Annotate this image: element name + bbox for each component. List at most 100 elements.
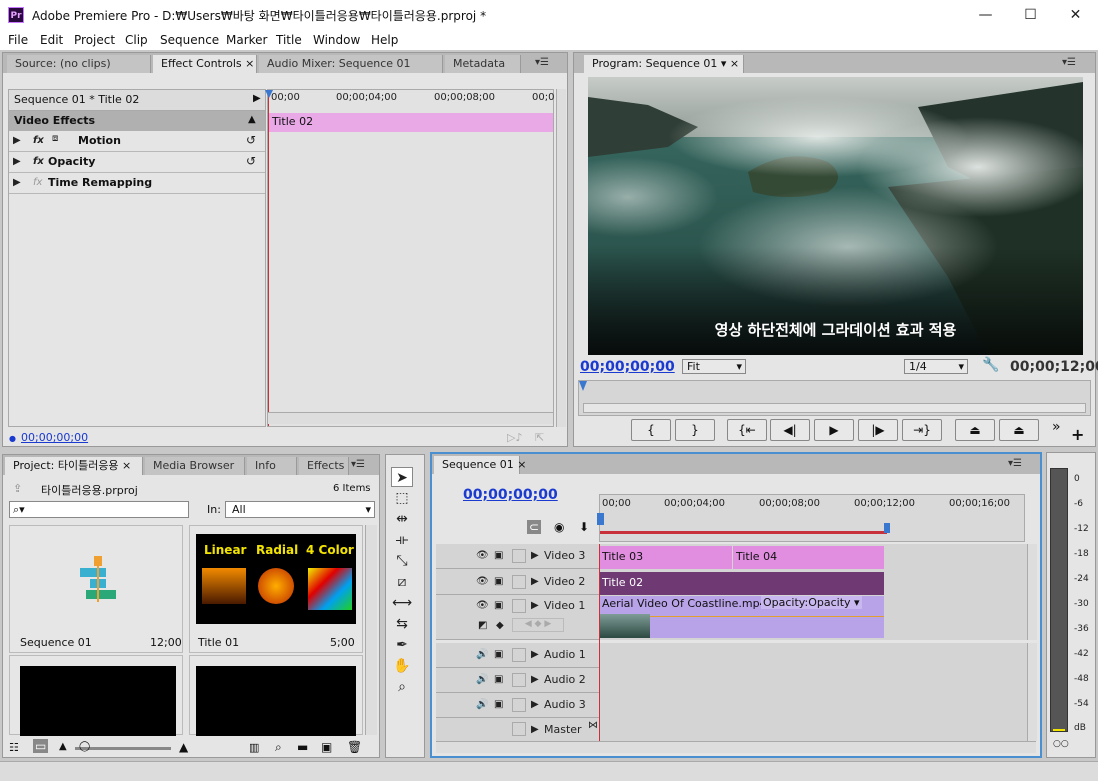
tab-audio-mixer[interactable]: Audio Mixer: Sequence 01: [259, 55, 443, 73]
expand-arrow-icon[interactable]: ▶: [531, 576, 539, 587]
effect-clip-bar[interactable]: Title 02: [268, 113, 553, 132]
lock-toggle[interactable]: [512, 698, 526, 712]
list-view-icon[interactable]: ☷: [9, 741, 19, 754]
zoom-in-icon[interactable]: ▲: [179, 740, 188, 754]
dropdown-arrow-icon[interactable]: ▾: [721, 57, 727, 70]
in-filter-dropdown[interactable]: All ▾: [225, 501, 375, 518]
menu-title[interactable]: Title: [276, 33, 302, 47]
clip-title-02[interactable]: Title 02: [599, 572, 884, 595]
playhead-marker-icon[interactable]: [579, 381, 587, 391]
display-style-icon[interactable]: ◩: [478, 620, 487, 631]
slide-tool-icon[interactable]: ⇆: [391, 614, 413, 634]
hand-tool-icon[interactable]: ✋: [391, 656, 413, 676]
go-to-out-button[interactable]: ⇥}: [902, 419, 942, 441]
work-area-bar[interactable]: [600, 531, 887, 534]
film-icon[interactable]: ▣: [494, 576, 503, 587]
razor-tool-icon[interactable]: ⧄: [391, 572, 413, 592]
playhead-marker-icon[interactable]: [597, 513, 604, 525]
tab-project[interactable]: Project: 타이틀러응용 ×: [5, 457, 143, 475]
eye-icon[interactable]: 👁: [476, 550, 489, 561]
rate-stretch-tool-icon[interactable]: ⤡: [391, 551, 413, 571]
go-to-in-button[interactable]: {⇤: [727, 419, 767, 441]
speaker-icon[interactable]: 🔊: [476, 649, 488, 660]
trash-icon[interactable]: 🗑: [347, 740, 362, 754]
panel-menu-icon[interactable]: ▾☰: [351, 459, 365, 470]
selection-tool-icon[interactable]: ➤: [391, 467, 413, 487]
new-item-icon[interactable]: ▣: [321, 740, 332, 754]
new-bin-icon[interactable]: ▬: [297, 740, 308, 754]
expand-arrow-icon[interactable]: ▶: [531, 649, 539, 660]
timeline-horizontal-scrollbar[interactable]: [436, 741, 1036, 753]
effect-timecode[interactable]: 00;00;00;00: [21, 431, 88, 444]
slider-handle-icon[interactable]: ◯: [79, 741, 90, 752]
menu-window[interactable]: Window: [313, 33, 360, 47]
clip-title-03[interactable]: Title 03: [599, 546, 732, 569]
tab-close-icon[interactable]: ×: [245, 57, 254, 70]
work-area-end-icon[interactable]: [884, 523, 890, 533]
menu-edit[interactable]: Edit: [40, 33, 63, 47]
menu-project[interactable]: Project: [74, 33, 115, 47]
effect-timeline-scrollbar[interactable]: [268, 412, 553, 424]
minimize-button[interactable]: —: [963, 0, 1008, 30]
tab-media-browser[interactable]: Media Browser: [145, 457, 245, 475]
speaker-icon[interactable]: 🔊: [476, 699, 488, 710]
timeline-timecode[interactable]: 00;00;00;00: [463, 487, 558, 503]
playhead-marker-icon[interactable]: [265, 90, 273, 98]
zoom-tool-icon[interactable]: ⌕: [391, 677, 413, 697]
ripple-edit-tool-icon[interactable]: ⇹: [391, 509, 413, 529]
expand-arrow-icon[interactable]: ▶: [531, 724, 539, 735]
project-item-3[interactable]: [9, 655, 183, 736]
add-button-icon[interactable]: +: [1071, 425, 1084, 444]
program-timecode-left[interactable]: 00;00;00;00: [580, 359, 675, 375]
lock-toggle[interactable]: [512, 575, 526, 589]
panel-menu-icon[interactable]: ▾☰: [1062, 57, 1076, 68]
clip-aerial-video[interactable]: Aerial Video Of Coastline.mp4 Opacity:Op…: [599, 596, 884, 638]
timeline-playhead-line[interactable]: [599, 544, 600, 741]
project-item-4[interactable]: [189, 655, 363, 736]
expand-arrow-icon[interactable]: ▶: [531, 699, 539, 710]
wrench-icon[interactable]: 🔧: [982, 357, 999, 373]
automate-icon[interactable]: ▥: [249, 741, 259, 754]
set-encore-marker-icon[interactable]: ◉: [554, 520, 564, 534]
extract-button[interactable]: ⏏: [999, 419, 1039, 441]
tab-info[interactable]: Info: [247, 457, 297, 475]
expand-arrow-icon[interactable]: ▶: [531, 674, 539, 685]
film-icon[interactable]: ▣: [494, 600, 503, 611]
lock-toggle[interactable]: [512, 673, 526, 687]
keyframe-icon[interactable]: ◆: [496, 620, 504, 631]
project-vertical-scrollbar[interactable]: [365, 525, 377, 735]
add-marker-icon[interactable]: ⬇: [579, 520, 589, 534]
slip-tool-icon[interactable]: ⟷: [391, 593, 413, 613]
panel-menu-icon[interactable]: ▾☰: [1008, 458, 1022, 469]
find-icon[interactable]: ⌕: [275, 740, 282, 755]
film-icon[interactable]: ▣: [494, 699, 503, 710]
lock-toggle[interactable]: [512, 648, 526, 662]
tab-metadata[interactable]: Metadata: [445, 55, 521, 73]
menu-marker[interactable]: Marker: [226, 33, 267, 47]
program-scrub-area[interactable]: [578, 380, 1091, 416]
step-back-button[interactable]: ◀|: [770, 419, 810, 441]
lock-toggle[interactable]: [512, 722, 526, 736]
master-toggle-icon[interactable]: ⋈: [588, 720, 598, 731]
opacity-dropdown[interactable]: Opacity:Opacity ▾: [761, 596, 862, 609]
fit-dropdown[interactable]: Fit ▾: [682, 359, 746, 374]
audio-tracks-scrollbar[interactable]: [1027, 643, 1037, 741]
tab-sequence-01[interactable]: Sequence 01 ×: [434, 456, 526, 474]
expand-arrow-icon[interactable]: ▶: [531, 550, 539, 561]
film-icon[interactable]: ▣: [494, 674, 503, 685]
close-button[interactable]: ✕: [1053, 0, 1098, 30]
rolling-edit-tool-icon[interactable]: ⟛: [391, 530, 413, 550]
snap-icon[interactable]: ⊂: [527, 520, 542, 534]
quality-dropdown[interactable]: 1/4 ▾: [904, 359, 968, 374]
more-controls-icon[interactable]: »: [1052, 419, 1061, 435]
eye-icon[interactable]: 👁: [476, 576, 489, 587]
eye-icon[interactable]: 👁: [476, 600, 489, 611]
playhead-line[interactable]: [268, 90, 269, 426]
menu-clip[interactable]: Clip: [125, 33, 148, 47]
tab-source[interactable]: Source: (no clips): [7, 55, 151, 73]
lift-button[interactable]: ⏏: [955, 419, 995, 441]
menu-sequence[interactable]: Sequence: [160, 33, 219, 47]
timeline-ruler[interactable]: 00;00 00;00;04;00 00;00;08;00 00;00;12;0…: [597, 494, 1025, 542]
program-video-frame[interactable]: 영상 하단전체에 그라데이션 효과 적용: [588, 77, 1083, 355]
menu-help[interactable]: Help: [371, 33, 398, 47]
